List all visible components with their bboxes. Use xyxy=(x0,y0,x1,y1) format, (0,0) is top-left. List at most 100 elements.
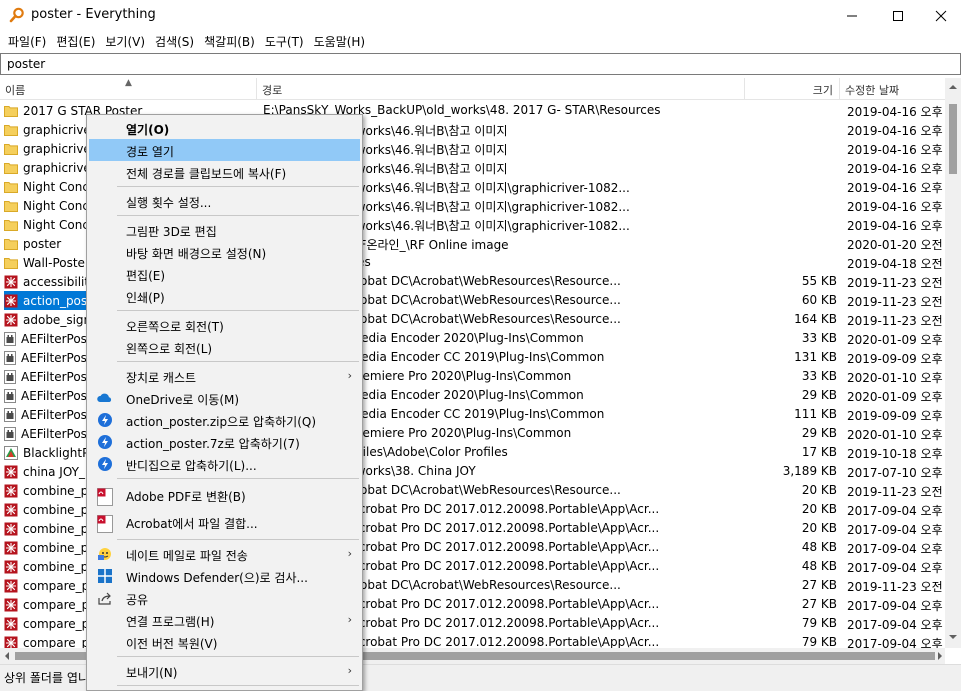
menu-item-2[interactable]: 보기(V) xyxy=(100,31,150,51)
context-menu-item-15[interactable]: OneDrive로 이동(M) xyxy=(89,387,360,409)
menu-item-3[interactable]: 검색(S) xyxy=(150,31,199,51)
row-date: 2019-04-16 오후 1 xyxy=(847,200,945,214)
context-menu-item-7[interactable]: 바탕 화면 배경으로 설정(N) xyxy=(89,241,360,263)
row-date: 2020-01-09 오후 8 xyxy=(847,390,945,404)
menu-item-6[interactable]: 도움말(H) xyxy=(309,31,371,51)
minimize-button[interactable] xyxy=(829,0,875,31)
row-name-wrap: compare_p xyxy=(4,576,91,595)
folder-icon xyxy=(4,219,18,231)
context-menu-item-2[interactable]: 전체 경로를 클립보드에 복사(F) xyxy=(89,161,360,183)
row-size: 27 KB xyxy=(801,597,837,611)
context-menu-item-0[interactable]: 열기(O) xyxy=(89,117,360,139)
row-name-wrap: AEFilterPos xyxy=(4,405,89,424)
context-menu-item-24[interactable]: Windows Defender(으)로 검사... xyxy=(89,565,360,587)
row-name-wrap: AEFilterPos xyxy=(4,386,89,405)
row-name: combine_p xyxy=(23,483,89,498)
maximize-button[interactable] xyxy=(875,0,921,31)
scroll-right-icon[interactable] xyxy=(937,652,943,660)
scroll-up-icon[interactable] xyxy=(949,84,957,90)
row-name: accessibilit xyxy=(23,274,90,289)
context-menu-item-1[interactable]: 경로 열기 xyxy=(89,139,360,161)
context-menu-item-26[interactable]: 연결 프로그램(H) › xyxy=(89,609,360,631)
row-date: 2020-01-20 오전 1 xyxy=(847,238,945,252)
folder-icon xyxy=(4,162,18,174)
row-date: 2019-09-09 오후 1 xyxy=(847,352,945,366)
row-name: compare_p xyxy=(23,635,90,649)
row-name: AEFilterPos xyxy=(21,369,87,384)
column-size-header[interactable]: 크기 xyxy=(745,78,840,100)
row-date: 2019-04-18 오전 1 xyxy=(847,257,945,271)
context-menu-item-12[interactable]: 왼쪽으로 회전(L) xyxy=(89,336,360,358)
context-menu-item-18[interactable]: 반디집으로 압축하기(L)... xyxy=(89,453,360,475)
context-menu[interactable]: 열기(O) 경로 열기 전체 경로를 클립보드에 복사(F) 실행 횟수 설정... 그… xyxy=(86,114,363,691)
row-name-wrap: BlacklightP xyxy=(4,443,91,462)
context-menu-label: 열기(O) xyxy=(126,123,170,137)
context-menu-item-11[interactable]: 오른쪽으로 회전(T) xyxy=(89,314,360,336)
context-menu-item-29[interactable]: 보내기(N) › xyxy=(89,660,360,682)
context-menu-item-17[interactable]: action_poster.7z로 압축하기(7) xyxy=(89,431,360,453)
menu-item-0[interactable]: 파일(F) xyxy=(3,31,51,51)
windows-defender-icon xyxy=(97,568,113,584)
context-menu-item-14[interactable]: 장치로 캐스트 › xyxy=(89,365,360,387)
row-name: graphicrive xyxy=(23,160,91,175)
context-menu-item-4[interactable]: 실행 횟수 설정... xyxy=(89,190,360,212)
context-menu-item-8[interactable]: 편집(E) xyxy=(89,263,360,285)
row-date: 2019-09-09 오후 1 xyxy=(847,409,945,423)
context-menu-item-23[interactable]: 네이트 메일로 파일 전송 › xyxy=(89,543,360,565)
menu-item-5[interactable]: 도구(T) xyxy=(260,31,309,51)
row-name: AEFilterPos xyxy=(21,407,87,422)
row-name: adobe_sign xyxy=(23,312,92,327)
context-menu-item-25[interactable]: 공유 xyxy=(89,587,360,609)
row-size: 20 KB xyxy=(801,502,837,516)
row-name-wrap: AEFilterPos xyxy=(4,367,89,386)
context-menu-item-16[interactable]: action_poster.zip으로 압축하기(Q) xyxy=(89,409,360,431)
context-menu-item-27[interactable]: 이전 버전 복원(V) xyxy=(89,631,360,653)
search-box[interactable] xyxy=(0,53,961,75)
everything-search-icon xyxy=(9,7,24,23)
row-date: 2017-09-04 오후 1 xyxy=(847,618,945,632)
column-path-label: 경로 xyxy=(262,84,283,97)
row-size: 55 KB xyxy=(801,274,837,288)
menu-separator xyxy=(117,215,359,216)
row-name-wrap: AEFilterPos xyxy=(4,329,89,348)
context-menu-item-9[interactable]: 인쇄(P) xyxy=(89,285,360,307)
folder-icon xyxy=(4,200,18,212)
context-menu-label: 인쇄(P) xyxy=(126,291,165,305)
web-resource-icon xyxy=(4,465,18,479)
submenu-arrow-icon: › xyxy=(347,369,352,382)
plugin-file-icon xyxy=(4,369,16,384)
context-menu-item-6[interactable]: 그림판 3D로 편집 xyxy=(89,219,360,241)
web-resource-icon xyxy=(4,313,18,327)
row-name: poster xyxy=(23,236,62,251)
folder-icon xyxy=(4,238,18,250)
column-size-label: 크기 xyxy=(812,84,833,97)
vertical-scroll-thumb[interactable] xyxy=(949,104,957,174)
search-input[interactable] xyxy=(1,54,960,74)
web-resource-icon xyxy=(4,275,18,289)
close-button[interactable] xyxy=(921,0,961,31)
scroll-left-icon[interactable] xyxy=(4,652,10,660)
column-date-header[interactable]: 수정한 날짜 xyxy=(840,78,945,100)
column-path-header[interactable]: 경로 xyxy=(257,78,745,100)
web-resource-icon xyxy=(4,522,18,536)
row-date: 2020-01-09 오후 8 xyxy=(847,333,945,347)
row-name-wrap: AEFilterPos xyxy=(4,424,89,443)
row-name: combine_p xyxy=(23,502,89,517)
color-profile-icon xyxy=(4,445,18,460)
row-date: 2019-11-23 오전 2 xyxy=(847,580,945,594)
context-menu-label: Acrobat에서 파일 결합... xyxy=(126,517,258,531)
folder-icon xyxy=(4,124,18,136)
scroll-down-icon[interactable] xyxy=(949,634,957,640)
context-menu-label: 보내기(N) xyxy=(126,666,178,680)
folder-icon xyxy=(4,143,18,155)
context-menu-label: 편집(E) xyxy=(126,269,166,283)
context-menu-item-21[interactable]: Acrobat에서 파일 결합... xyxy=(89,509,360,536)
context-menu-label: Adobe PDF로 변환(B) xyxy=(126,490,246,504)
row-date: 2019-10-18 오후 4 xyxy=(847,447,945,461)
menu-item-1[interactable]: 편집(E) xyxy=(51,31,100,51)
vertical-scrollbar[interactable] xyxy=(945,78,961,648)
context-menu-item-20[interactable]: Adobe PDF로 변환(B) xyxy=(89,482,360,509)
row-size: 111 KB xyxy=(794,407,837,421)
menu-item-4[interactable]: 책갈피(B) xyxy=(199,31,260,51)
web-resource-icon xyxy=(4,579,18,593)
